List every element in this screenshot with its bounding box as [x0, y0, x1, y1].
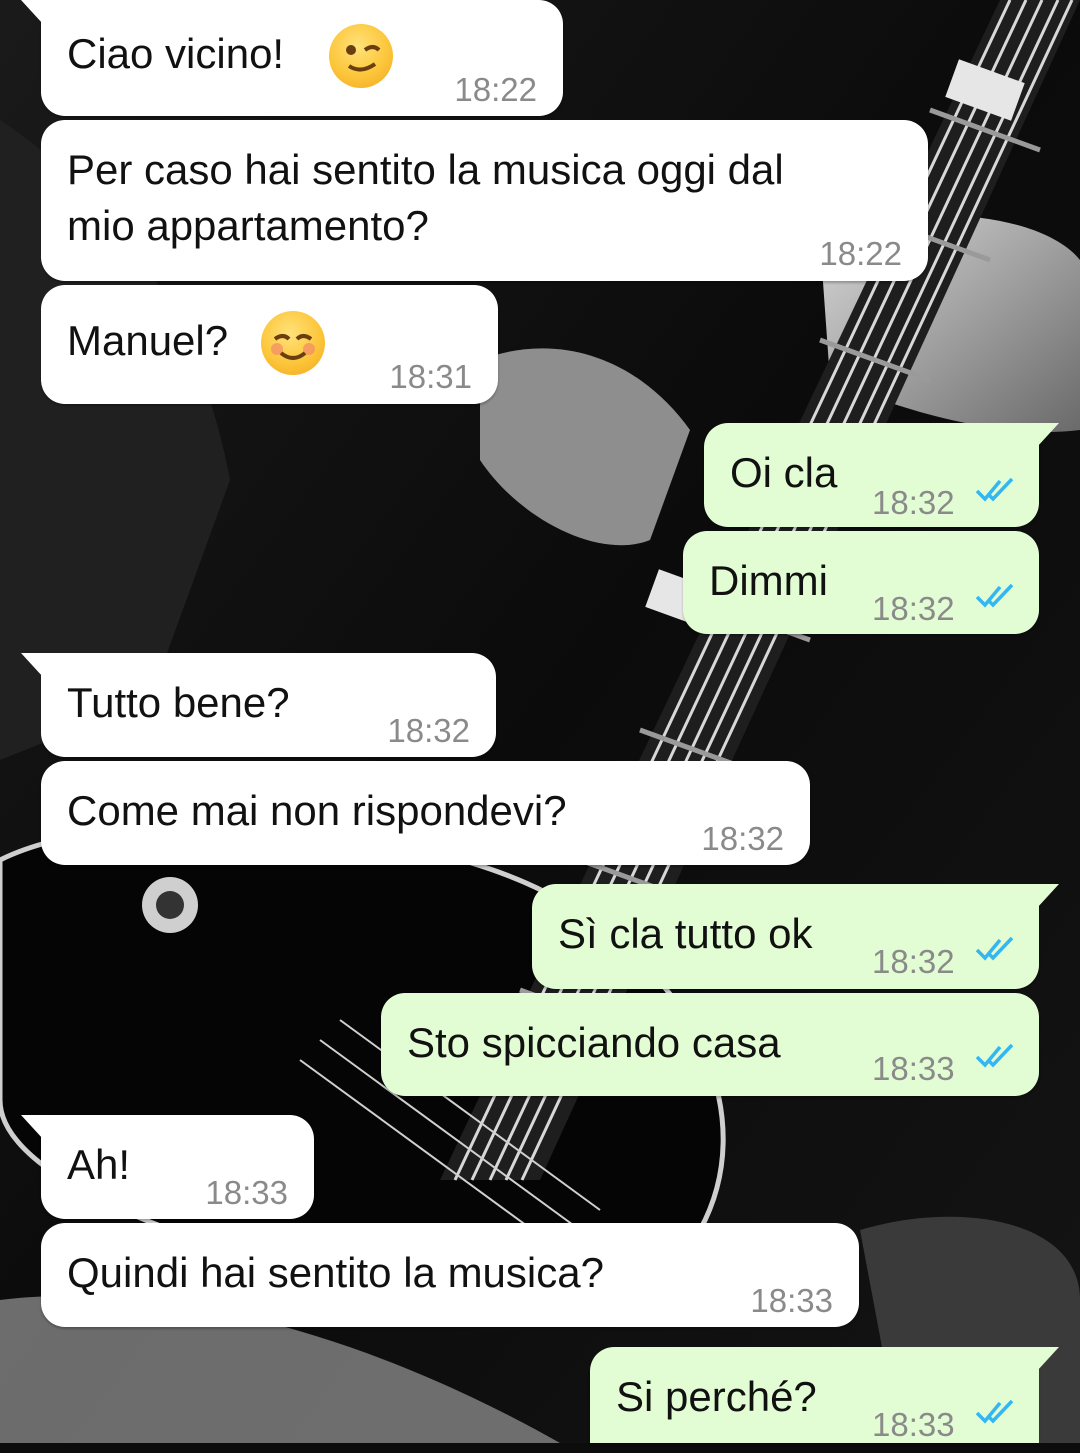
message-text: Ah!	[67, 1141, 131, 1188]
message-bubble-outgoing[interactable]: Dimmi 18:32	[683, 531, 1039, 634]
message-bubble-incoming[interactable]: Ah! 18:33	[21, 1115, 314, 1219]
message-time: 18:22	[454, 71, 537, 108]
winking-face-emoji-icon	[329, 24, 393, 88]
message-text: Sì cla tutto ok	[558, 910, 813, 957]
message-text: Come mai non rispondevi?	[67, 787, 567, 834]
message-bubble-outgoing[interactable]: Oi cla 18:32	[704, 423, 1059, 527]
message-text: Tutto bene?	[67, 679, 290, 726]
message-time: 18:32	[872, 484, 955, 521]
message-time: 18:33	[872, 1406, 955, 1443]
message-text: Per caso hai sentito la musica oggi dal …	[67, 146, 784, 249]
message-bubble-outgoing[interactable]: Sto spicciando casa 18:33	[381, 993, 1039, 1096]
message-text: Sto spicciando casa	[407, 1019, 781, 1066]
message-text: Ciao vicino!	[67, 30, 285, 77]
message-time: 18:22	[819, 235, 902, 272]
message-text: Dimmi	[709, 557, 828, 604]
message-bubble-incoming[interactable]: Per caso hai sentito la musica oggi dal …	[41, 120, 928, 281]
message-text: Si perché?	[616, 1373, 817, 1420]
smiling-face-emoji-icon	[261, 311, 325, 375]
message-bubble-outgoing[interactable]: Si perché? 18:33	[590, 1347, 1059, 1443]
message-bubble-outgoing[interactable]: Sì cla tutto ok 18:32	[532, 884, 1059, 989]
read-receipt-icon	[975, 1043, 1014, 1068]
message-time: 18:32	[872, 590, 955, 627]
message-bubble-incoming[interactable]: Quindi hai sentito la musica? 18:33	[41, 1223, 859, 1327]
message-bubble-incoming[interactable]: Manuel? 18:31	[41, 285, 498, 404]
message-bubble-incoming[interactable]: Come mai non rispondevi? 18:32	[41, 761, 810, 865]
message-bubble-incoming[interactable]: Tutto bene? 18:32	[21, 653, 496, 757]
read-receipt-icon	[975, 583, 1014, 608]
message-time: 18:33	[750, 1282, 833, 1319]
message-text: Quindi hai sentito la musica?	[67, 1249, 604, 1296]
message-time: 18:33	[872, 1050, 955, 1087]
read-receipt-icon	[975, 936, 1014, 961]
message-time: 18:33	[205, 1174, 288, 1211]
message-text: Manuel?	[67, 317, 229, 364]
message-text: Oi cla	[730, 449, 838, 496]
read-receipt-icon	[975, 1399, 1014, 1424]
message-time: 18:31	[389, 358, 472, 395]
message-time: 18:32	[387, 712, 470, 749]
message-time: 18:32	[701, 820, 784, 857]
message-bubble-incoming[interactable]: Ciao vicino! 18:22	[21, 0, 563, 116]
message-time: 18:32	[872, 943, 955, 980]
read-receipt-icon	[975, 477, 1014, 502]
